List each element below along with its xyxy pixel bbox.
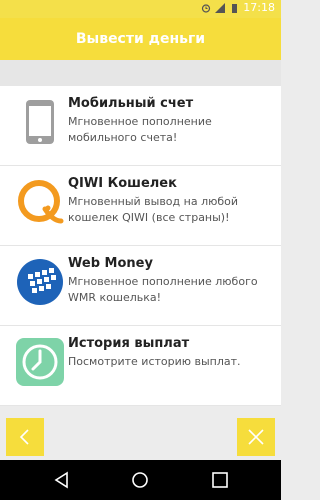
item-title: История выплат — [68, 336, 190, 351]
list-item-qiwi[interactable]: QIWI Кошелек Мгновенный вывод на любой к… — [0, 166, 281, 246]
system-nav-bar — [0, 460, 281, 500]
webmoney-logo-icon — [14, 256, 66, 308]
list-item-mobile[interactable]: Мобильный счет Мгновенное пополнение моб… — [0, 86, 281, 166]
status-icons: 17:18 — [201, 2, 275, 14]
item-title: QIWI Кошелек — [68, 176, 177, 191]
recents-icon[interactable] — [210, 470, 230, 490]
item-description: Мгновенное пополнение любого WMR кошельк… — [68, 275, 258, 304]
qiwi-logo-icon — [14, 176, 66, 228]
chevron-left-icon — [19, 429, 29, 445]
signal-icon — [215, 3, 226, 13]
item-description: Мгновенный вывод на любой кошелек QIWI (… — [68, 195, 239, 224]
list-item-webmoney[interactable]: Web Money Мгновенное пополнение любого W… — [0, 246, 281, 326]
home-icon[interactable] — [130, 470, 150, 490]
alarm-icon — [202, 4, 211, 13]
clock-icon — [14, 336, 66, 388]
status-time: 17:18 — [243, 1, 275, 14]
phone-icon — [14, 96, 66, 148]
back-button[interactable] — [6, 418, 44, 456]
app-header: Вывести деньги — [0, 18, 281, 60]
status-bar: 17:18 — [0, 0, 281, 18]
close-button[interactable] — [237, 418, 275, 456]
battery-icon — [232, 4, 238, 13]
item-title: Мобильный счет — [68, 96, 194, 111]
bottom-toolbar — [0, 418, 281, 458]
close-icon — [248, 429, 264, 445]
item-description: Мгновенное пополнение мобильного счета! — [68, 115, 212, 144]
page-title: Вывести деньги — [75, 31, 206, 47]
spacer — [0, 60, 281, 86]
list-item-history[interactable]: История выплат Посмотрите историю выплат… — [0, 326, 281, 406]
item-description: Посмотрите историю выплат. — [68, 355, 241, 368]
back-icon[interactable] — [52, 470, 72, 490]
item-title: Web Money — [68, 256, 153, 271]
